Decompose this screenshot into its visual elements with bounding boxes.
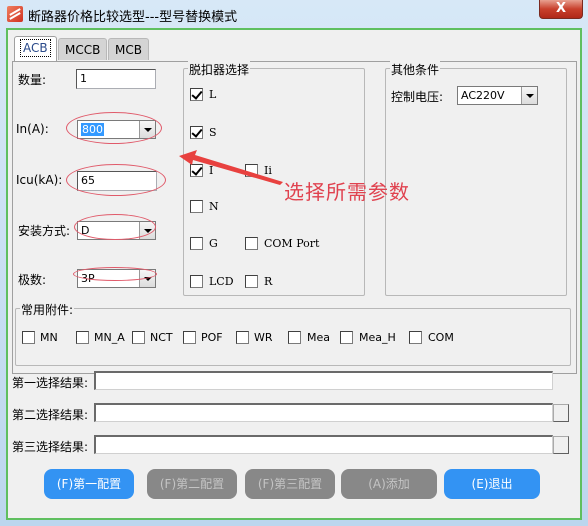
accessories-group: 常用附件: MN MN_A NCT POF WR Mea Mea_H COM: [15, 301, 571, 366]
mounting-label: 安装方式:: [18, 224, 71, 238]
checkbox-mn-a[interactable]: [76, 331, 89, 344]
result-3-field[interactable]: [94, 435, 553, 454]
chevron-down-icon[interactable]: [521, 87, 537, 104]
checkbox-mea-h-label: Mea_H: [359, 331, 396, 344]
quantity-input[interactable]: 1: [76, 69, 156, 89]
checkbox-nct[interactable]: [132, 331, 145, 344]
icu-ka-input[interactable]: 65: [77, 171, 157, 191]
add-button[interactable]: (A)添加: [341, 469, 437, 499]
title-bar[interactable]: 断路器价格比较选型---型号替换模式 X: [0, 0, 588, 28]
checkbox-r[interactable]: [245, 275, 258, 288]
in-a-select[interactable]: 800: [77, 120, 156, 139]
trip-unit-title: 脱扣器选择: [188, 61, 251, 78]
checkbox-mn[interactable]: [22, 331, 35, 344]
control-voltage-label: 控制电压:: [391, 90, 444, 104]
mounting-select[interactable]: D: [77, 221, 156, 240]
checkbox-lcd-label: LCD: [209, 275, 234, 288]
control-voltage-select[interactable]: AC220V: [457, 86, 538, 105]
window-title: 断路器价格比较选型---型号替换模式: [28, 10, 238, 25]
checkbox-g[interactable]: [190, 237, 203, 250]
chevron-down-icon[interactable]: [139, 270, 155, 287]
checkbox-wr[interactable]: [236, 331, 249, 344]
close-button[interactable]: X: [539, 0, 583, 19]
checkbox-nct-label: NCT: [150, 331, 173, 344]
result-1-field[interactable]: [94, 371, 553, 390]
checkbox-pof[interactable]: [183, 331, 196, 344]
second-config-button[interactable]: (F)第二配置: [147, 469, 237, 499]
checkbox-mn-a-label: MN_A: [94, 331, 125, 344]
checkbox-n[interactable]: [190, 200, 203, 213]
result-2-field[interactable]: [94, 403, 553, 422]
checkbox-com-label: COM: [428, 331, 454, 344]
app-icon: [7, 6, 23, 22]
chevron-down-icon[interactable]: [139, 121, 155, 138]
other-conditions-group: 其他条件 控制电压: AC220V: [385, 61, 567, 296]
poles-select[interactable]: 3P: [77, 269, 156, 288]
poles-label: 极数:: [18, 273, 47, 287]
checkbox-wr-label: WR: [254, 331, 273, 344]
control-voltage-value: AC220V: [461, 89, 505, 102]
app-window: 断路器价格比较选型---型号替换模式 X ACB MCCB MCB 数量: 1 …: [0, 0, 588, 526]
icu-ka-label: Icu(kA):: [16, 173, 63, 187]
checkbox-mn-label: MN: [40, 331, 58, 344]
annotation-arrow-icon: [179, 150, 283, 185]
checkbox-pof-label: POF: [201, 331, 223, 344]
checkbox-s[interactable]: [190, 126, 203, 139]
tab-mccb[interactable]: MCCB: [58, 38, 108, 60]
chevron-down-icon[interactable]: [139, 222, 155, 239]
checkbox-mea-h[interactable]: [340, 331, 353, 344]
exit-button[interactable]: (E)退出: [444, 469, 540, 499]
mounting-value: D: [81, 224, 90, 237]
accessories-title: 常用附件:: [20, 301, 75, 318]
checkbox-n-label: N: [209, 200, 219, 213]
result-3-label: 第三选择结果:: [12, 440, 89, 454]
in-a-value: 800: [81, 123, 104, 136]
tab-acb-label: ACB: [20, 39, 51, 57]
checkbox-lcd[interactable]: [190, 275, 203, 288]
checkbox-com-port-label: COM Port: [264, 237, 320, 250]
tab-page-acb: 数量: 1 In(A): 800 Icu(kA): 65 安装方式: D 极数:…: [12, 61, 577, 374]
quantity-label: 数量:: [18, 73, 47, 87]
result-2-label: 第二选择结果:: [12, 408, 89, 422]
checkbox-g-label: G: [209, 237, 218, 250]
tab-acb[interactable]: ACB: [14, 36, 57, 62]
poles-value: 3P: [81, 272, 95, 285]
result-1-label: 第一选择结果:: [12, 376, 89, 390]
result-3-more-button[interactable]: [553, 436, 569, 454]
third-config-button[interactable]: (F)第三配置: [245, 469, 335, 499]
first-config-button[interactable]: (F)第一配置: [44, 469, 134, 499]
checkbox-mea-label: Mea: [307, 331, 330, 344]
client-area: ACB MCCB MCB 数量: 1 In(A): 800 Icu(kA): 6…: [6, 28, 582, 520]
checkbox-com[interactable]: [409, 331, 422, 344]
checkbox-l-label: L: [209, 88, 217, 101]
annotation-text: 选择所需参数: [284, 180, 410, 204]
tab-mcb[interactable]: MCB: [108, 38, 149, 60]
in-a-label: In(A):: [16, 122, 49, 136]
checkbox-com-port[interactable]: [245, 237, 258, 250]
other-conditions-title: 其他条件: [390, 61, 441, 78]
result-2-more-button[interactable]: [553, 404, 569, 422]
checkbox-mea[interactable]: [288, 331, 301, 344]
checkbox-r-label: R: [264, 275, 273, 288]
checkbox-s-label: S: [209, 126, 217, 139]
checkbox-l[interactable]: [190, 88, 203, 101]
